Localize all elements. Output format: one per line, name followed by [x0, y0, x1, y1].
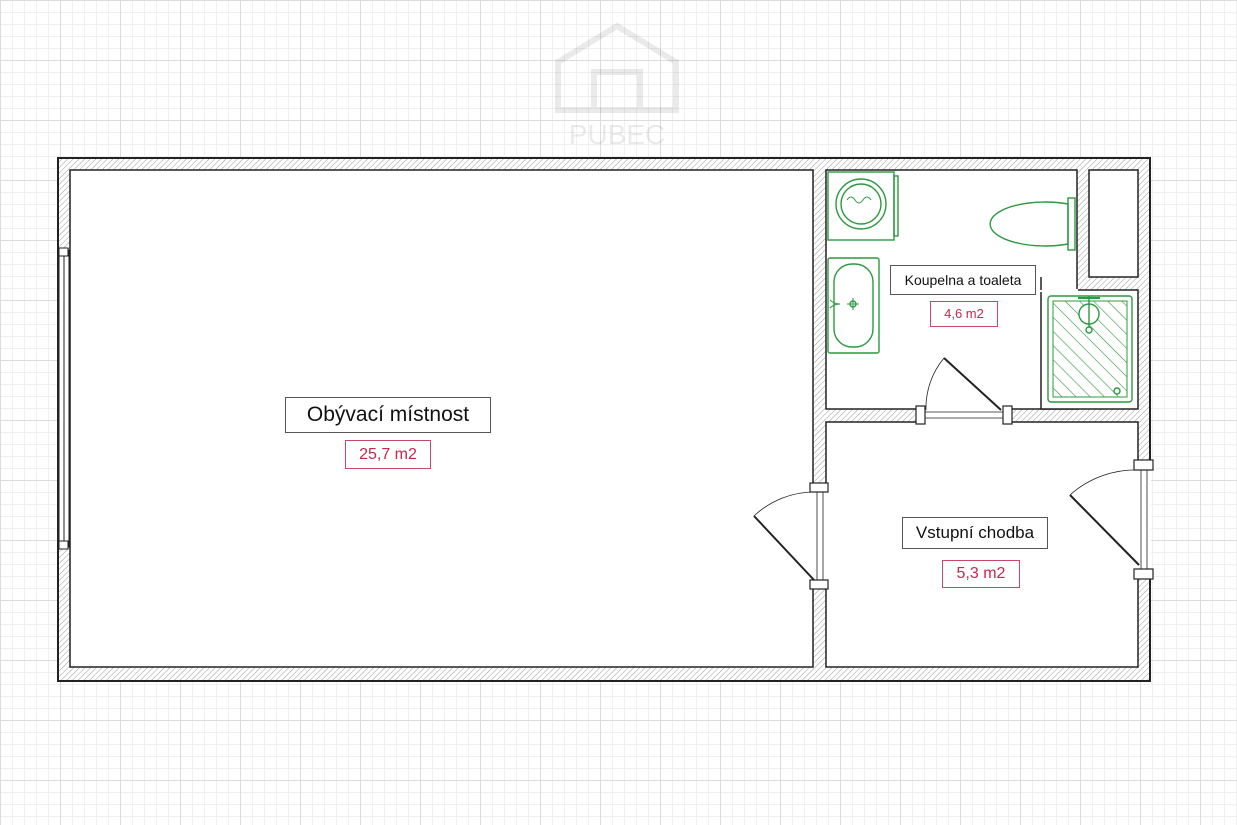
room-area-hallway: 5,3 m2 — [942, 560, 1020, 588]
window — [58, 247, 70, 550]
room-label-living: Obývací místnost — [285, 397, 491, 433]
window-icon — [58, 247, 69, 257]
room-label-bathroom: Koupelna a toaleta — [890, 265, 1036, 295]
shower-icon — [1047, 295, 1133, 403]
room-area-living: 25,7 m2 — [345, 440, 431, 469]
floor-plan — [57, 157, 1154, 682]
room-area-bathroom: 4,6 m2 — [930, 301, 998, 327]
room-label-hallway: Vstupní chodba — [902, 517, 1048, 549]
